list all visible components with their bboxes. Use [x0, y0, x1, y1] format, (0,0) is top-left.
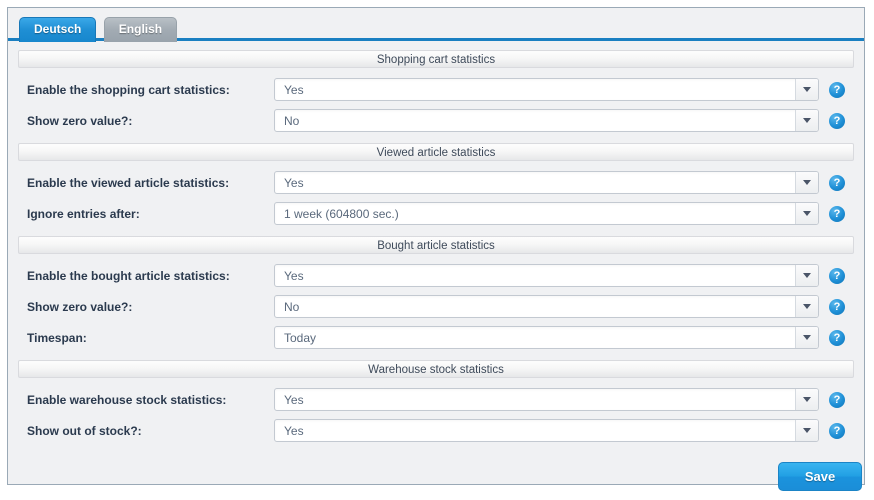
- section-header-warehouse-stock: Warehouse stock statistics: [18, 360, 854, 378]
- help-icon[interactable]: ?: [829, 329, 845, 346]
- form-row-enable-bought-article-statistics: Enable the bought article statistics: Ye…: [18, 260, 854, 291]
- help-icon[interactable]: ?: [829, 205, 845, 222]
- select-enable-bought-article-statistics[interactable]: Yes: [274, 264, 819, 287]
- row-label: Enable the viewed article statistics:: [27, 175, 230, 190]
- chevron-down-icon[interactable]: [795, 172, 818, 193]
- tab-deutsch-label: Deutsch: [34, 22, 82, 36]
- section-title: Bought article statistics: [377, 240, 495, 252]
- help-icon[interactable]: ?: [829, 174, 845, 191]
- select-ignore-entries-after[interactable]: 1 week (604800 sec.): [274, 202, 819, 225]
- tab-english-label: English: [118, 22, 163, 36]
- select-timespan[interactable]: Today: [274, 326, 819, 349]
- select-enable-viewed-article-statistics[interactable]: Yes: [274, 171, 819, 194]
- row-label: Enable warehouse stock statistics:: [27, 392, 227, 407]
- row-label: Show zero value?:: [27, 299, 133, 314]
- section-title: Warehouse stock statistics: [368, 364, 504, 376]
- row-label: Enable the shopping cart statistics:: [27, 82, 230, 97]
- select-value: Yes: [284, 423, 304, 438]
- chevron-down-icon[interactable]: [795, 110, 818, 131]
- row-label: Ignore entries after:: [27, 206, 140, 221]
- chevron-down-icon[interactable]: [795, 296, 818, 317]
- select-show-out-of-stock[interactable]: Yes: [274, 419, 819, 442]
- settings-page: Deutsch English Shopping cart statistics…: [0, 0, 874, 500]
- language-tabstrip: Deutsch English: [8, 8, 864, 42]
- chevron-down-icon[interactable]: [795, 203, 818, 224]
- chevron-down-icon[interactable]: [795, 327, 818, 348]
- section-header-shopping-cart: Shopping cart statistics: [18, 50, 854, 68]
- form-row-show-zero-value-cart: Show zero value?: No ?: [18, 105, 854, 136]
- chevron-down-icon[interactable]: [795, 265, 818, 286]
- select-show-zero-value-cart[interactable]: No: [274, 109, 819, 132]
- chevron-down-icon[interactable]: [795, 79, 818, 100]
- select-value: Yes: [284, 82, 304, 97]
- form-row-enable-viewed-article-statistics: Enable the viewed article statistics: Ye…: [18, 167, 854, 198]
- row-label: Show out of stock?:: [27, 423, 142, 438]
- select-value: 1 week (604800 sec.): [284, 206, 399, 221]
- select-value: No: [284, 299, 300, 314]
- section-header-bought-article: Bought article statistics: [18, 236, 854, 254]
- select-value: Yes: [284, 268, 304, 283]
- section-header-viewed-article: Viewed article statistics: [18, 143, 854, 161]
- select-show-zero-value-bought[interactable]: No: [274, 295, 819, 318]
- help-icon[interactable]: ?: [829, 112, 845, 129]
- section-title: Shopping cart statistics: [376, 54, 496, 66]
- select-value: Yes: [284, 392, 304, 407]
- form-row-show-out-of-stock: Show out of stock?: Yes ?: [18, 415, 854, 446]
- help-icon[interactable]: ?: [829, 422, 845, 439]
- save-button[interactable]: Save: [778, 462, 862, 491]
- help-icon[interactable]: ?: [829, 391, 845, 408]
- form-row-timespan: Timespan: Today ?: [18, 322, 854, 353]
- form-row-ignore-entries-after: Ignore entries after: 1 week (604800 sec…: [18, 198, 854, 229]
- select-value: No: [284, 113, 300, 128]
- section-title: Viewed article statistics: [376, 147, 496, 159]
- chevron-down-icon[interactable]: [795, 420, 818, 441]
- form-row-show-zero-value-bought: Show zero value?: No ?: [18, 291, 854, 322]
- row-label: Timespan:: [27, 330, 87, 345]
- chevron-down-icon[interactable]: [795, 389, 818, 410]
- form-row-enable-shopping-cart-statistics: Enable the shopping cart statistics: Yes…: [18, 74, 854, 105]
- tab-deutsch[interactable]: Deutsch: [19, 17, 97, 42]
- select-value: Yes: [284, 175, 304, 190]
- help-icon[interactable]: ?: [829, 298, 845, 315]
- select-value: Today: [284, 330, 317, 345]
- tab-english[interactable]: English: [103, 17, 178, 42]
- select-enable-shopping-cart-statistics[interactable]: Yes: [274, 78, 819, 101]
- form-row-enable-warehouse-stock-statistics: Enable warehouse stock statistics: Yes ?: [18, 384, 854, 415]
- statistics-settings-form: Shopping cart statistics Enable the shop…: [8, 41, 864, 446]
- settings-panel: Deutsch English Shopping cart statistics…: [7, 7, 865, 485]
- help-icon[interactable]: ?: [829, 81, 845, 98]
- row-label: Show zero value?:: [27, 113, 133, 128]
- row-label: Enable the bought article statistics:: [27, 268, 230, 283]
- help-icon[interactable]: ?: [829, 267, 845, 284]
- select-enable-warehouse-stock-statistics[interactable]: Yes: [274, 388, 819, 411]
